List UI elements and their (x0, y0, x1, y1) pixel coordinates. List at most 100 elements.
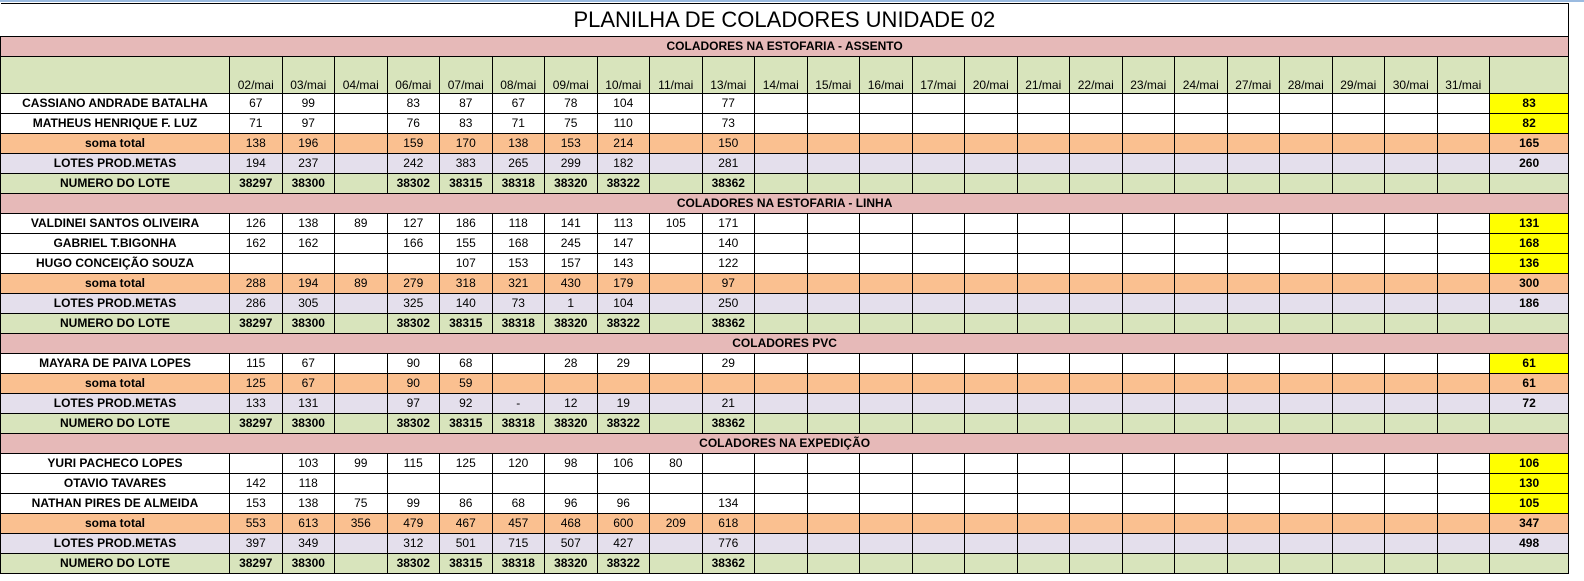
empty-cell[interactable] (911, 353, 965, 374)
value-cell[interactable]: 83 (439, 113, 493, 134)
value-cell[interactable]: 97 (386, 393, 440, 414)
empty-cell[interactable] (859, 213, 913, 234)
empty-cell[interactable] (754, 273, 808, 294)
value-cell[interactable]: 507 (544, 533, 598, 554)
value-cell[interactable] (649, 533, 703, 554)
section-title[interactable]: COLADORES PVC (0, 333, 1570, 354)
value-cell[interactable]: 265 (491, 153, 545, 174)
empty-cell[interactable] (1436, 533, 1490, 554)
value-cell[interactable] (649, 93, 703, 114)
empty-cell[interactable] (1279, 113, 1333, 134)
value-cell[interactable]: 140 (439, 293, 493, 314)
empty-cell[interactable] (964, 393, 1018, 414)
empty-cell[interactable] (964, 253, 1018, 274)
value-cell[interactable] (334, 473, 388, 494)
value-cell[interactable]: 76 (386, 113, 440, 134)
empty-cell[interactable] (1016, 393, 1070, 414)
empty-cell[interactable] (1174, 253, 1228, 274)
value-cell[interactable]: 73 (491, 293, 545, 314)
value-cell[interactable]: 182 (596, 153, 650, 174)
empty-cell[interactable] (1436, 453, 1490, 474)
date-header-cell[interactable]: 06/mai (386, 56, 440, 94)
value-cell[interactable]: 97 (701, 273, 755, 294)
value-cell[interactable] (334, 533, 388, 554)
empty-cell[interactable] (1331, 253, 1385, 274)
value-cell[interactable]: 96 (544, 493, 598, 514)
value-cell[interactable]: 242 (386, 153, 440, 174)
empty-cell[interactable] (1174, 453, 1228, 474)
empty-cell[interactable] (1331, 373, 1385, 394)
empty-cell[interactable] (1226, 233, 1280, 254)
date-header-cell[interactable]: 23/mai (1121, 56, 1175, 94)
value-cell[interactable] (439, 473, 493, 494)
value-cell[interactable]: 38320 (544, 413, 598, 434)
average-cell[interactable]: 347 (1488, 513, 1570, 534)
empty-cell[interactable] (1016, 553, 1070, 574)
empty-cell[interactable] (1384, 253, 1438, 274)
empty-cell[interactable] (1279, 413, 1333, 434)
empty-cell[interactable] (1069, 493, 1123, 514)
value-cell[interactable]: 103 (281, 453, 335, 474)
value-cell[interactable] (334, 253, 388, 274)
average-cell[interactable]: 131 (1488, 213, 1570, 234)
empty-cell[interactable] (1016, 133, 1070, 154)
empty-cell[interactable] (1121, 213, 1175, 234)
empty-cell[interactable] (964, 353, 1018, 374)
empty-cell[interactable] (1226, 453, 1280, 474)
value-cell[interactable]: 138 (229, 133, 283, 154)
empty-cell[interactable] (754, 413, 808, 434)
empty-cell[interactable] (754, 513, 808, 534)
empty-cell[interactable] (859, 273, 913, 294)
value-cell[interactable]: 179 (596, 273, 650, 294)
empty-cell[interactable] (1226, 513, 1280, 534)
date-header-cell[interactable]: 10/mai (596, 56, 650, 94)
empty-cell[interactable] (754, 133, 808, 154)
empty-cell[interactable] (1384, 393, 1438, 414)
value-cell[interactable]: 194 (229, 153, 283, 174)
empty-cell[interactable] (1279, 133, 1333, 154)
empty-cell[interactable] (1069, 93, 1123, 114)
value-cell[interactable]: 38315 (439, 413, 493, 434)
value-cell[interactable]: 106 (596, 453, 650, 474)
value-cell[interactable]: 38320 (544, 553, 598, 574)
value-cell[interactable] (649, 273, 703, 294)
value-cell[interactable]: 75 (334, 493, 388, 514)
row-label-cell[interactable]: soma total (0, 513, 230, 534)
row-label-cell[interactable]: OTAVIO TAVARES (0, 473, 230, 494)
empty-cell[interactable] (1016, 233, 1070, 254)
value-cell[interactable]: 126 (229, 213, 283, 234)
empty-cell[interactable] (1279, 553, 1333, 574)
empty-cell[interactable] (1174, 93, 1228, 114)
date-header-cell[interactable]: 22/mai (1069, 56, 1123, 94)
row-label-cell[interactable]: NUMERO DO LOTE (0, 553, 230, 574)
value-cell[interactable]: 141 (544, 213, 598, 234)
empty-cell[interactable] (1174, 113, 1228, 134)
empty-cell[interactable] (1069, 453, 1123, 474)
value-cell[interactable]: 383 (439, 153, 493, 174)
value-cell[interactable]: 127 (386, 213, 440, 234)
average-cell[interactable]: 165 (1488, 133, 1570, 154)
value-cell[interactable]: 104 (596, 93, 650, 114)
empty-cell[interactable] (1436, 133, 1490, 154)
empty-cell[interactable] (964, 153, 1018, 174)
average-cell[interactable]: 72 (1488, 393, 1570, 414)
value-cell[interactable]: 96 (596, 493, 650, 514)
empty-cell[interactable] (1069, 553, 1123, 574)
empty-cell[interactable] (859, 533, 913, 554)
value-cell[interactable]: 186 (439, 213, 493, 234)
value-cell[interactable] (229, 253, 283, 274)
empty-cell[interactable] (806, 293, 860, 314)
row-label-cell[interactable]: GABRIEL T.BIGONHA (0, 233, 230, 254)
value-cell[interactable]: 113 (596, 213, 650, 234)
empty-cell[interactable] (1121, 113, 1175, 134)
empty-cell[interactable] (1121, 313, 1175, 334)
empty-cell[interactable] (1174, 313, 1228, 334)
empty-cell[interactable] (806, 453, 860, 474)
value-cell[interactable]: 38362 (701, 173, 755, 194)
value-cell[interactable]: 38318 (491, 553, 545, 574)
date-header-cell[interactable]: 14/mai (754, 56, 808, 94)
value-cell[interactable]: 479 (386, 513, 440, 534)
empty-cell[interactable] (1016, 253, 1070, 274)
empty-cell[interactable] (1016, 313, 1070, 334)
value-cell[interactable]: 38300 (281, 173, 335, 194)
